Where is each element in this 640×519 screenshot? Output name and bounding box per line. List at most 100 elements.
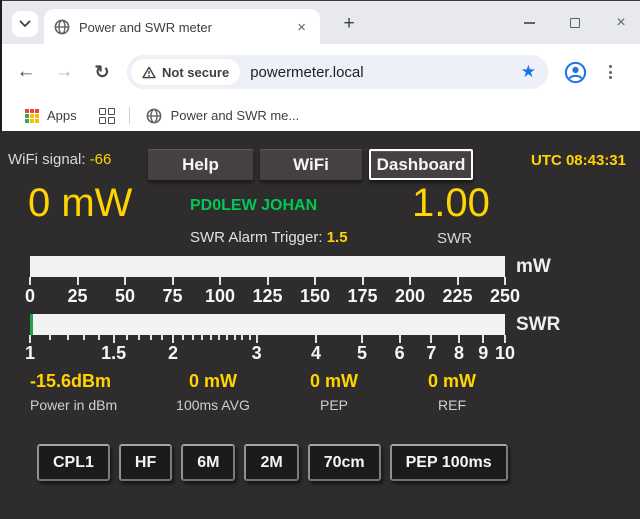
window-close-icon[interactable]: × [612, 14, 630, 32]
tick [256, 335, 258, 343]
tick [161, 335, 163, 340]
tick [267, 277, 269, 285]
tick-label: 75 [162, 286, 182, 307]
tick [504, 277, 506, 285]
tick [49, 335, 51, 340]
band-button-row: CPL1 HF 6M 2M 70cm PEP 100ms [37, 444, 508, 481]
back-icon[interactable]: ← [11, 57, 41, 87]
dashboard-button[interactable]: Dashboard [369, 149, 473, 180]
wifi-signal: WiFi signal: -66 [8, 151, 111, 168]
apps-shortcut[interactable]: Apps [25, 108, 77, 123]
tick [126, 335, 128, 340]
tick [241, 335, 243, 340]
tick [409, 277, 411, 285]
tick-label: 1.5 [101, 343, 126, 364]
pep-100ms-button[interactable]: PEP 100ms [390, 444, 508, 481]
tick [249, 335, 251, 340]
forward-icon[interactable]: → [49, 57, 79, 87]
utc-clock: UTC 08:43:31 [531, 152, 626, 169]
tab-search-button[interactable] [12, 11, 38, 37]
tick [172, 335, 174, 343]
address-bar[interactable]: Not secure powermeter.local ★ [127, 55, 548, 89]
new-tab-icon[interactable]: + [336, 11, 362, 37]
browser-menu-icon[interactable] [603, 59, 618, 85]
bookmark-star-icon[interactable]: ★ [521, 62, 536, 82]
tick-label: 50 [115, 286, 135, 307]
callsign: PD0LEW JOHAN [190, 197, 317, 215]
tick-label: 10 [495, 343, 515, 364]
tick [192, 335, 194, 340]
stat-value: -15.6dBm [30, 371, 117, 392]
tick [182, 335, 184, 340]
wifi-button[interactable]: WiFi [260, 149, 362, 180]
security-chip[interactable]: Not secure [131, 59, 240, 85]
wifi-signal-label: WiFi signal: [8, 151, 86, 168]
tick-label: 0 [25, 286, 35, 307]
tab-groups-icon[interactable] [99, 108, 115, 124]
bookmarks-bar: Apps Power and SWR me... [0, 100, 640, 131]
power-value: 0 mW [28, 183, 132, 223]
reload-icon[interactable]: ↻ [87, 57, 117, 87]
tick [399, 335, 401, 343]
stat-ref: 0 mW REF [428, 371, 476, 413]
tick [361, 335, 363, 343]
tick-label: 175 [347, 286, 377, 307]
stat-100ms-avg: 0 mW 100ms AVG [176, 371, 250, 413]
help-button[interactable]: Help [148, 149, 253, 180]
browser-tab[interactable]: Power and SWR meter × [44, 9, 320, 45]
tick-label: 7 [426, 343, 436, 364]
bookmarks-separator [129, 107, 130, 124]
6m-button[interactable]: 6M [181, 444, 235, 481]
swr-alarm-value: 1.5 [327, 229, 348, 246]
tick [29, 335, 31, 343]
stat-label: PEP [310, 397, 358, 413]
tick-label: 150 [300, 286, 330, 307]
tick-label: 3 [252, 343, 262, 364]
tick-label: 1 [25, 343, 35, 364]
tick [218, 335, 220, 340]
tick [201, 335, 203, 340]
tick [67, 335, 69, 340]
power-meter-bar [30, 256, 505, 277]
tab-title: Power and SWR meter [79, 20, 293, 35]
stat-power-dbm: -15.6dBm Power in dBm [30, 371, 117, 413]
profile-icon[interactable] [564, 61, 587, 84]
swr-value-label: SWR [437, 230, 472, 247]
swr-meter-bar [30, 314, 505, 335]
tick [29, 277, 31, 285]
tick-label: 125 [252, 286, 282, 307]
tick [210, 335, 212, 340]
power-swr-meter-page: WiFi signal: -66 Help WiFi Dashboard UTC… [0, 131, 640, 519]
tick [150, 335, 152, 340]
maximize-icon[interactable] [566, 14, 584, 32]
hf-button[interactable]: HF [119, 444, 172, 481]
bookmark-item[interactable]: Power and SWR me... [146, 108, 300, 124]
stat-value: 0 mW [310, 371, 358, 392]
tick-label: 8 [454, 343, 464, 364]
swr-meter-unit: SWR [516, 314, 560, 336]
apps-label: Apps [47, 108, 77, 123]
tick [504, 335, 506, 343]
swr-value: 1.00 [412, 183, 490, 223]
globe-bookmark-icon [146, 108, 162, 124]
2m-button[interactable]: 2M [244, 444, 298, 481]
minimize-icon[interactable] [520, 14, 538, 32]
stat-pep: 0 mW PEP [310, 371, 358, 413]
swr-fill [30, 314, 33, 335]
tick [226, 335, 228, 340]
tick [113, 335, 115, 343]
globe-favicon-icon [54, 19, 70, 35]
tick [314, 277, 316, 285]
url-text[interactable]: powermeter.local [250, 64, 521, 81]
tab-strip: Power and SWR meter × + × [0, 0, 640, 44]
tab-close-icon[interactable]: × [293, 19, 310, 36]
tick [83, 335, 85, 340]
70cm-button[interactable]: 70cm [308, 444, 381, 481]
stat-value: 0 mW [428, 371, 476, 392]
tick [124, 277, 126, 285]
tick-label: 25 [67, 286, 87, 307]
cpl1-button[interactable]: CPL1 [37, 444, 110, 481]
tick [98, 335, 100, 340]
tick [315, 335, 317, 343]
power-ticks [30, 277, 505, 286]
